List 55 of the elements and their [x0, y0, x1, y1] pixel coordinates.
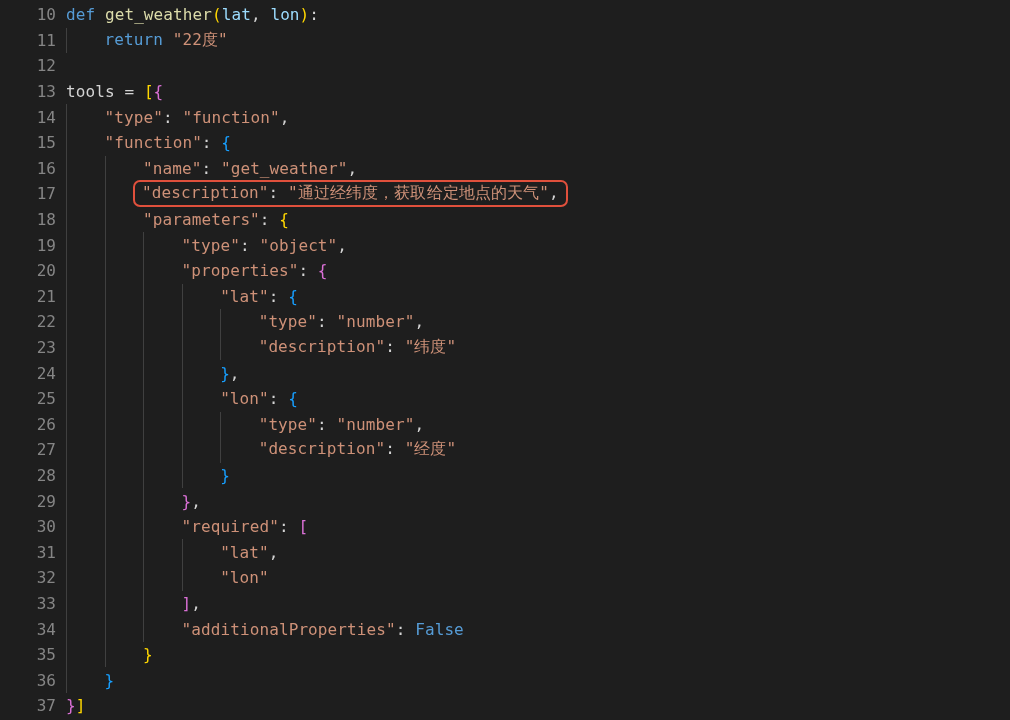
line-number: 21 — [35, 286, 56, 306]
code-line: "type": "object", — [181, 235, 348, 255]
line-number: 37 — [35, 696, 56, 716]
code-line: "type": "number", — [258, 312, 425, 332]
code-line: } — [143, 645, 153, 665]
line-number: 10 — [35, 5, 56, 25]
line-number: 36 — [35, 670, 56, 690]
line-number: 24 — [35, 363, 56, 383]
line-number: 34 — [35, 619, 56, 639]
line-number: 15 — [35, 133, 56, 153]
line-number: 18 — [35, 210, 56, 230]
code-line: }, — [181, 491, 202, 511]
line-number: 13 — [35, 82, 56, 102]
line-number: 20 — [35, 261, 56, 281]
line-number: 29 — [35, 491, 56, 511]
code-line: "lon": { — [220, 389, 298, 409]
code-line: "lat", — [220, 542, 279, 562]
code-line: def get_weather(lat, lon): — [66, 5, 320, 25]
highlighted-code-line: "description": "通过经纬度，获取给定地点的天气", — [133, 180, 568, 208]
line-number: 11 — [35, 30, 56, 50]
code-line: "lat": { — [220, 286, 298, 306]
line-number: 31 — [35, 542, 56, 562]
code-line: "properties": { — [181, 261, 328, 281]
line-number: 28 — [35, 466, 56, 485]
code-line: }, — [220, 363, 240, 383]
line-number: 33 — [35, 593, 56, 613]
line-number: 19 — [35, 235, 56, 255]
line-number: 12 — [35, 56, 56, 76]
line-number: 27 — [35, 440, 56, 460]
code-line: "parameters": { — [143, 210, 290, 230]
line-number: 32 — [35, 568, 56, 588]
line-number: 22 — [35, 312, 56, 332]
line-number: 30 — [35, 517, 56, 537]
code-line: "name": "get_weather", — [143, 158, 358, 178]
code-line: "type": "number", — [258, 414, 425, 434]
code-line: ], — [181, 593, 202, 613]
code-line: return "22度" — [104, 29, 228, 51]
line-number: 23 — [35, 338, 56, 357]
code-line: "function": { — [104, 133, 232, 153]
code-line: "lon" — [220, 568, 269, 588]
code-line: } — [104, 670, 115, 690]
code-line: "description": "纬度" — [258, 337, 457, 358]
line-number: 25 — [35, 389, 56, 409]
code-line: }] — [66, 696, 86, 716]
line-number: 35 — [35, 645, 56, 665]
code-line: "type": "function", — [104, 107, 290, 127]
line-number: 17 — [35, 184, 56, 204]
line-number: 14 — [35, 107, 56, 127]
line-number: 16 — [35, 158, 56, 178]
code-line: "description": "经度" — [258, 439, 457, 461]
code-line: } — [220, 466, 230, 485]
line-number: 26 — [35, 414, 56, 434]
code-line: tools = [{ — [66, 82, 164, 102]
code-line: "additionalProperties": False — [181, 619, 464, 639]
code-line: "required": [ — [181, 517, 309, 537]
